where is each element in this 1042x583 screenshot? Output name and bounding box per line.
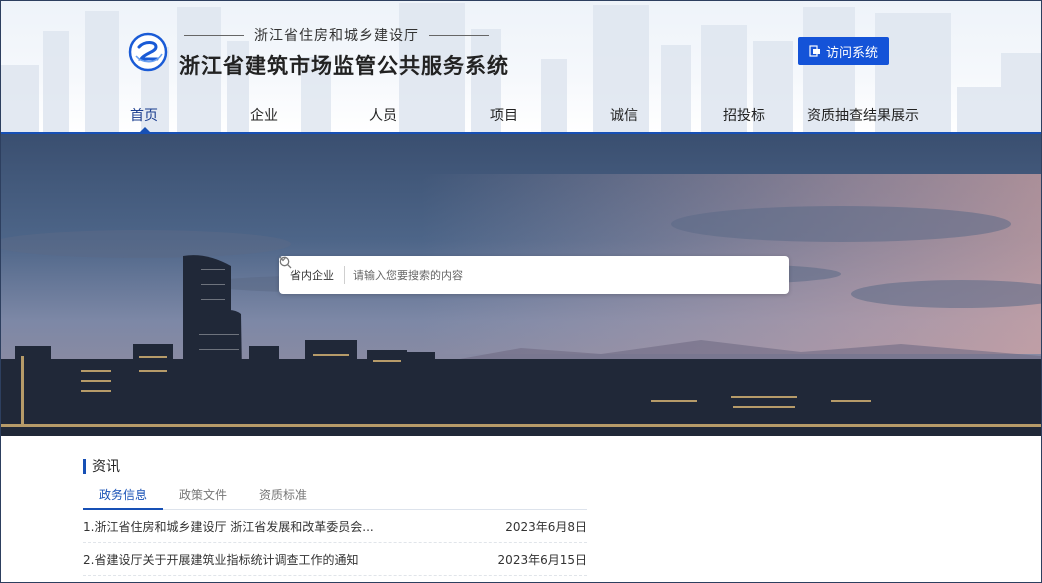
main-nav: 首页 企业 人员 项目 诚信 招投标 资质抽查结果展示: [1, 105, 1041, 132]
nav-enterprise[interactable]: 企业: [250, 105, 278, 125]
section-accent-bar: [83, 458, 86, 474]
news-list-item[interactable]: 1.浙江省住房和城乡建设厅 浙江省发展和改革委员会... 2023年6月8日: [83, 510, 587, 543]
news-tabs: 政务信息 政策文件 资质标准: [83, 485, 587, 510]
section-heading: 资讯: [83, 456, 587, 476]
login-icon: [809, 45, 820, 57]
search-scope-label: 省内企业: [290, 269, 334, 282]
visit-system-button[interactable]: 访问系统: [798, 37, 889, 65]
page-frame: 浙江省住房和城乡建设厅 浙江省建筑市场监管公共服务系统 访问系统 首页 企业 人…: [0, 0, 1042, 583]
tab-policy-documents[interactable]: 政策文件: [163, 485, 243, 510]
hero-banner: 省内企业: [1, 134, 1041, 436]
divider-left: [184, 34, 244, 36]
search-button[interactable]: [279, 256, 789, 294]
news-item-title: 1.浙江省住房和城乡建设厅 浙江省发展和改革委员会...: [83, 519, 374, 534]
news-section: 资讯 政务信息 政策文件 资质标准 1.浙江省住房和城乡建设厅 浙江省发展和改革…: [83, 456, 587, 576]
nav-personnel[interactable]: 人员: [369, 105, 397, 125]
system-title: 浙江省建筑市场监管公共服务系统: [179, 54, 509, 78]
search-input[interactable]: [345, 268, 749, 282]
sub-org-heading: 浙江省住房和城乡建设厅: [184, 25, 489, 45]
nav-project[interactable]: 项目: [490, 105, 518, 125]
search-scope-select[interactable]: 省内企业: [279, 256, 344, 283]
sub-org-label: 浙江省住房和城乡建设厅: [254, 28, 419, 44]
ring-logo-icon: [128, 32, 168, 72]
active-nav-indicator: [140, 127, 150, 132]
tab-qualification-standards[interactable]: 资质标准: [243, 485, 323, 510]
news-item-date: 2023年6月8日: [505, 519, 587, 534]
site-header: 浙江省住房和城乡建设厅 浙江省建筑市场监管公共服务系统 访问系统 首页 企业 人…: [1, 1, 1041, 134]
divider-right: [429, 34, 489, 36]
nav-bidding[interactable]: 招投标: [723, 105, 765, 125]
news-item-title: 2.省建设厅关于开展建筑业指标统计调查工作的通知: [83, 552, 359, 567]
search-icon: [279, 256, 292, 269]
nav-home[interactable]: 首页: [130, 105, 158, 125]
nav-qualification-results[interactable]: 资质抽查结果展示: [807, 105, 919, 125]
tab-government-info[interactable]: 政务信息: [83, 485, 164, 510]
section-heading-label: 资讯: [92, 459, 120, 475]
search-bar: 省内企业: [279, 256, 789, 294]
visit-system-label: 访问系统: [825, 45, 878, 61]
news-item-date: 2023年6月15日: [497, 552, 587, 567]
nav-credit[interactable]: 诚信: [610, 105, 638, 125]
news-list-item[interactable]: 2.省建设厅关于开展建筑业指标统计调查工作的通知 2023年6月15日: [83, 543, 587, 576]
